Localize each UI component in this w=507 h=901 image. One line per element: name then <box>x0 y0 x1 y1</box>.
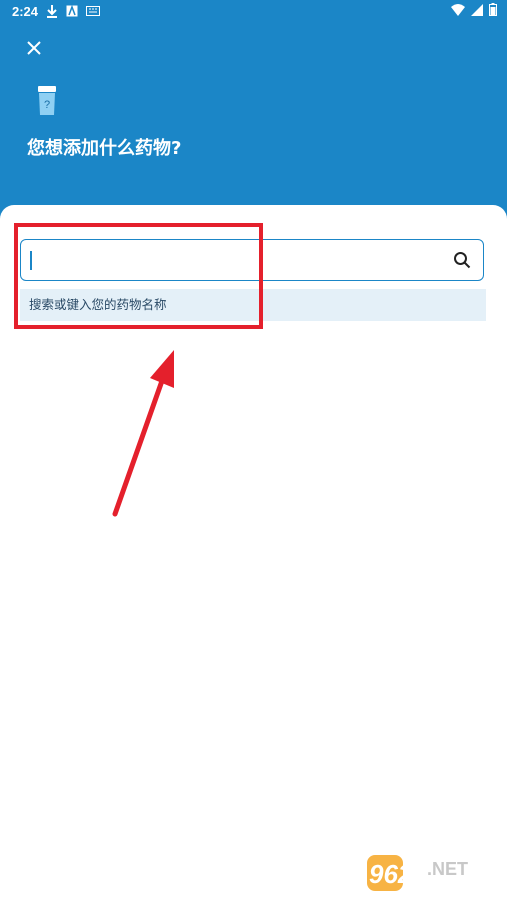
watermark-sub: 乐游网 <box>441 880 477 894</box>
close-button[interactable] <box>22 36 46 60</box>
app-notification-icon <box>66 5 78 17</box>
annotation-highlight-box <box>14 223 263 329</box>
status-bar: 2:24 <box>0 0 507 24</box>
watermark-net: .NET <box>427 859 468 879</box>
watermark-brand: 962 <box>369 859 413 889</box>
header: 2:24 ? 您想添加什么药物? <box>0 0 507 230</box>
status-time: 2:24 <box>12 4 39 19</box>
page-title: 您想添加什么药物? <box>27 138 182 159</box>
close-icon <box>27 41 41 55</box>
signal-icon <box>471 3 483 16</box>
search-icon[interactable] <box>453 251 471 269</box>
keyboard-icon <box>86 6 100 16</box>
medicine-bottle-icon: ? <box>38 86 56 115</box>
download-icon <box>47 5 57 18</box>
watermark-logo: 962 .NET 乐游网 <box>367 853 499 895</box>
svg-text:?: ? <box>44 99 50 111</box>
battery-icon <box>489 3 497 16</box>
wifi-icon <box>451 3 465 16</box>
status-notifications <box>46 4 100 18</box>
status-system <box>451 3 497 16</box>
